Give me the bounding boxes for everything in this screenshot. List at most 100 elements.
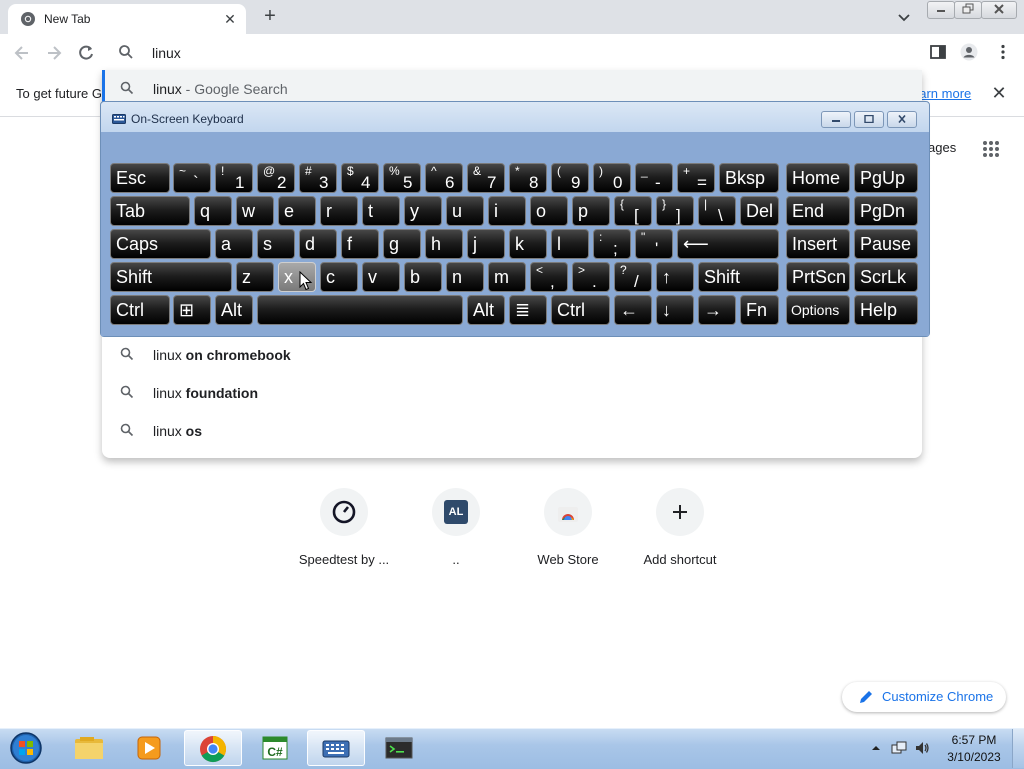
apps-grid-icon[interactable] [982, 140, 1000, 158]
osk-key-symbol[interactable]: ? / [614, 262, 652, 292]
osk-key-3[interactable]: #3 [299, 163, 337, 193]
osk-key-t[interactable]: t [362, 196, 400, 226]
osk-key-m[interactable]: m [488, 262, 526, 292]
osk-key-pgup[interactable]: PgUp [854, 163, 918, 193]
osk-key-symbol[interactable]: + = [677, 163, 715, 193]
osk-key-help[interactable]: Help [854, 295, 918, 325]
profile-icon[interactable] [960, 43, 978, 61]
osk-key-pgdn[interactable]: PgDn [854, 196, 918, 226]
osk-key-h[interactable]: h [425, 229, 463, 259]
osk-key-7[interactable]: & 7 [467, 163, 505, 193]
customize-chrome-button[interactable]: Customize Chrome [842, 682, 1006, 712]
osk-key-2[interactable]: @2 [257, 163, 295, 193]
osk-key-ctrl[interactable]: Ctrl [110, 295, 170, 325]
osk-key-insert[interactable]: Insert [786, 229, 850, 259]
restore-button[interactable] [954, 1, 982, 19]
osk-key-v[interactable]: v [362, 262, 400, 292]
network-icon[interactable] [891, 740, 907, 756]
osk-key-a[interactable]: a [215, 229, 253, 259]
osk-key-symbol[interactable]: :; [593, 229, 631, 259]
osk-key-end[interactable]: End [786, 196, 850, 226]
taskbar-chrome[interactable] [184, 730, 242, 766]
tab-close-icon[interactable]: ✕ [222, 11, 238, 27]
minimize-button[interactable] [927, 1, 955, 19]
osk-key-symbol[interactable]: ⊞ [173, 295, 211, 325]
menu-kebab-icon[interactable] [994, 43, 1012, 61]
tab-new-tab[interactable]: New Tab ✕ [8, 4, 246, 34]
osk-key-shift[interactable]: Shift [110, 262, 232, 292]
close-window-button[interactable] [981, 1, 1017, 19]
info-bar-close-icon[interactable]: ✕ [990, 84, 1008, 102]
osk-minimize-button[interactable] [821, 111, 851, 128]
osk-key-0[interactable]: ) 0 [593, 163, 631, 193]
shortcut-speedtest[interactable]: Speedtest by ... [288, 488, 400, 578]
taskbar-terminal[interactable] [370, 730, 428, 766]
side-panel-icon[interactable] [929, 43, 947, 61]
forward-icon[interactable] [44, 43, 64, 63]
suggestion-row[interactable]: linux foundation [102, 374, 922, 412]
osk-key-g[interactable]: g [383, 229, 421, 259]
osk-key-n[interactable]: n [446, 262, 484, 292]
osk-key-ctrl[interactable]: Ctrl [551, 295, 610, 325]
osk-key-shift[interactable]: Shift [698, 262, 779, 292]
taskbar-explorer[interactable] [60, 730, 118, 766]
shortcut-web-store[interactable]: Web Store [512, 488, 624, 578]
shortcut-al[interactable]: AL .. [400, 488, 512, 578]
show-hidden-icons-icon[interactable] [868, 740, 884, 756]
taskbar-csharp[interactable]: C# [246, 730, 304, 766]
osk-key-space[interactable] [257, 295, 463, 325]
osk-key-scrlk[interactable]: ScrLk [854, 262, 918, 292]
osk-key-symbol[interactable]: ↑ [656, 262, 694, 292]
osk-key-symbol[interactable]: }] [656, 196, 694, 226]
osk-key-tab[interactable]: Tab [110, 196, 190, 226]
suggestion-row[interactable]: linux on chromebook [102, 336, 922, 374]
osk-key-8[interactable]: * 8 [509, 163, 547, 193]
clock-date[interactable]: 3/10/2023 [944, 750, 1004, 764]
osk-key-symbol[interactable]: ⟵ [677, 229, 779, 259]
osk-key-del[interactable]: Del [740, 196, 779, 226]
osk-key-4[interactable]: $4 [341, 163, 379, 193]
osk-key-fn[interactable]: Fn [740, 295, 779, 325]
osk-maximize-button[interactable] [854, 111, 884, 128]
osk-key-symbol[interactable]: ≣ [509, 295, 547, 325]
osk-key-alt[interactable]: Alt [467, 295, 505, 325]
suggestion-row[interactable]: linux os [102, 412, 922, 450]
osk-key-1[interactable]: ! 1 [215, 163, 253, 193]
osk-key-symbol[interactable]: ← [614, 295, 652, 325]
osk-key-bksp[interactable]: Bksp [719, 163, 779, 193]
clock-time[interactable]: 6:57 PM [944, 733, 1004, 747]
osk-key-p[interactable]: p [572, 196, 610, 226]
volume-icon[interactable] [914, 740, 930, 756]
osk-key-home[interactable]: Home [786, 163, 850, 193]
images-link[interactable]: ages [928, 140, 956, 155]
osk-key-symbol[interactable]: ~ ` [173, 163, 211, 193]
osk-key-symbol[interactable]: → [698, 295, 736, 325]
osk-key-d[interactable]: d [299, 229, 337, 259]
osk-key-f[interactable]: f [341, 229, 379, 259]
osk-key-z[interactable]: z [236, 262, 274, 292]
back-icon[interactable] [12, 43, 32, 63]
osk-key-alt[interactable]: Alt [215, 295, 253, 325]
osk-key-y[interactable]: y [404, 196, 442, 226]
osk-key-e[interactable]: e [278, 196, 316, 226]
osk-key-i[interactable]: i [488, 196, 526, 226]
osk-key-symbol[interactable]: <, [530, 262, 568, 292]
osk-key-5[interactable]: % 5 [383, 163, 421, 193]
osk-key-symbol[interactable]: ↓ [656, 295, 694, 325]
osk-key-9[interactable]: (9 [551, 163, 589, 193]
osk-key-b[interactable]: b [404, 262, 442, 292]
new-tab-button[interactable]: + [260, 6, 280, 26]
osk-key-prtscn[interactable]: PrtScn [786, 262, 850, 292]
osk-key-c[interactable]: c [320, 262, 358, 292]
osk-key-w[interactable]: w [236, 196, 274, 226]
osk-key-6[interactable]: ^ 6 [425, 163, 463, 193]
osk-titlebar[interactable]: On-Screen Keyboard [101, 102, 929, 132]
osk-key-symbol[interactable]: _ - [635, 163, 673, 193]
osk-key-symbol[interactable]: | \ [698, 196, 736, 226]
osk-close-button[interactable] [887, 111, 917, 128]
osk-key-j[interactable]: j [467, 229, 505, 259]
reload-icon[interactable] [76, 43, 96, 63]
osk-key-u[interactable]: u [446, 196, 484, 226]
osk-key-caps[interactable]: Caps [110, 229, 211, 259]
osk-key-s[interactable]: s [257, 229, 295, 259]
